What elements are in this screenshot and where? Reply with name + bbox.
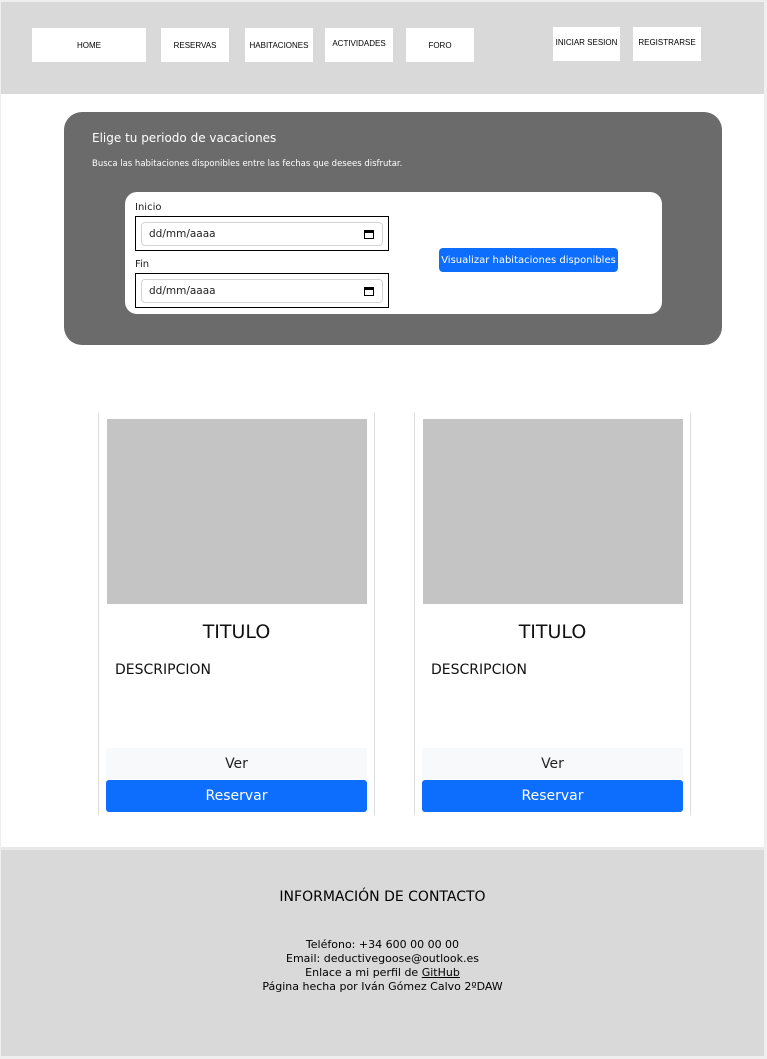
register-button[interactable]: REGISTRARSE	[633, 27, 701, 61]
end-date-input[interactable]: dd/mm/aaaa	[141, 279, 383, 303]
contact-title: INFORMACIÓN DE CONTACTO	[279, 889, 486, 905]
contact-credits: Página hecha por Iván Gómez Calvo 2ºDAW	[262, 980, 503, 993]
header: HOME RESERVAS HABITACIONES ACTIVIDADES F…	[1, 2, 764, 94]
page: HOME RESERVAS HABITACIONES ACTIVIDADES F…	[1, 2, 764, 1056]
calendar-icon[interactable]	[364, 286, 374, 296]
nav-actividades-button[interactable]: ACTIVIDADES	[325, 28, 393, 62]
view-room-button[interactable]: Ver	[422, 748, 683, 779]
room-image-placeholder	[107, 419, 367, 604]
contact-info: Teléfono: +34 600 00 00 00 Email: deduct…	[1, 938, 764, 994]
room-card: TITULO DESCRIPCION Ver Reservar	[414, 413, 691, 815]
end-date-value: dd/mm/aaaa	[149, 285, 216, 297]
login-button[interactable]: INICIAR SESION	[553, 27, 620, 61]
room-title: TITULO	[518, 621, 587, 643]
nav-habitaciones-button[interactable]: HABITACIONES	[245, 28, 313, 62]
date-search-panel: Elige tu periodo de vacaciones Busca las…	[64, 112, 722, 345]
room-description: DESCRIPCION	[115, 662, 211, 678]
room-title: TITULO	[202, 621, 271, 643]
search-subtitle: Busca las habitaciones disponibles entre…	[92, 159, 403, 169]
nav-foro-button[interactable]: FORO	[406, 28, 474, 62]
room-card: TITULO DESCRIPCION Ver Reservar	[98, 413, 375, 815]
contact-profile: Enlace a mi perfil de GitHub	[1, 966, 764, 980]
book-room-button[interactable]: Reservar	[422, 780, 683, 812]
book-room-button[interactable]: Reservar	[106, 780, 367, 812]
start-date-outline: dd/mm/aaaa	[135, 216, 389, 251]
show-available-rooms-button[interactable]: Visualizar habitaciones disponibles	[439, 248, 618, 272]
start-date-input[interactable]: dd/mm/aaaa	[141, 222, 383, 246]
view-room-button[interactable]: Ver	[106, 748, 367, 779]
end-date-outline: dd/mm/aaaa	[135, 273, 389, 308]
nav-reservas-button[interactable]: RESERVAS	[161, 28, 229, 62]
contact-phone: Teléfono: +34 600 00 00 00	[305, 938, 460, 951]
start-date-value: dd/mm/aaaa	[149, 228, 216, 240]
room-image-placeholder	[423, 419, 683, 604]
search-title: Elige tu periodo de vacaciones	[92, 131, 277, 145]
profile-prefix: Enlace a mi perfil de	[305, 966, 422, 979]
calendar-icon[interactable]	[364, 229, 374, 239]
footer: INFORMACIÓN DE CONTACTO Teléfono: +34 60…	[1, 847, 764, 1056]
github-link[interactable]: GitHub	[422, 966, 460, 979]
end-date-label: Fin	[135, 259, 150, 270]
contact-email: Email: deductivegoose@outlook.es	[286, 952, 479, 965]
date-search-form: Inicio dd/mm/aaaa Fin dd/mm/aaaa Visuali…	[125, 192, 662, 314]
start-date-label: Inicio	[135, 202, 162, 213]
nav-home-button[interactable]: HOME	[32, 28, 146, 62]
room-description: DESCRIPCION	[431, 662, 527, 678]
